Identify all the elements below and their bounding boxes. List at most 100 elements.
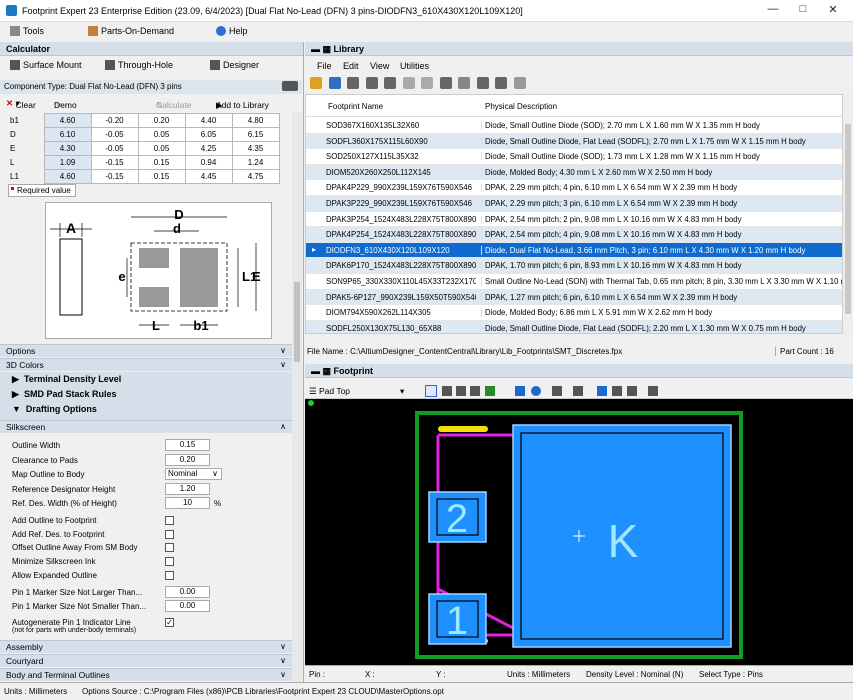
section-body-terminal[interactable]: Body and Terminal Outlines ∨	[0, 668, 292, 681]
library-row[interactable]: DIOM520X260X250L112X145 Diode, Molded Bod…	[306, 164, 842, 181]
lib-menu-view[interactable]: View	[370, 61, 389, 71]
delete-icon[interactable]	[458, 77, 471, 89]
section-3d-colors[interactable]: 3D Colors ∨	[0, 358, 292, 371]
ref-height-input[interactable]: 1.20	[165, 483, 210, 495]
library-row[interactable]: DPAK4P229_990X239L159X76T590X546 DPAK, 2.…	[306, 180, 842, 196]
library-row[interactable]: SOD250X127X115L35X32 Diode, Small Outline…	[306, 149, 842, 165]
dimension-cell[interactable]: 4.25	[184, 141, 233, 156]
library-row[interactable]: ▸ DIODFN3_610X430X120L109X120 Diode, Dual …	[306, 242, 842, 259]
dimension-cell[interactable]: 4.30	[43, 141, 92, 156]
section-options[interactable]: Options ∨	[0, 344, 292, 357]
rotate-tool-icon[interactable]	[531, 386, 541, 396]
dimension-cell[interactable]: 1.09	[43, 155, 92, 170]
save-icon[interactable]	[328, 77, 341, 89]
3d-tool-icon[interactable]	[597, 386, 607, 396]
dimension-cell[interactable]: 0.15	[137, 155, 186, 170]
tab-surface-mount[interactable]: Surface Mount	[10, 60, 82, 70]
chip-icon[interactable]	[282, 81, 298, 91]
zoom-tool-icon[interactable]	[552, 386, 562, 396]
dimension-cell[interactable]: 6.10	[43, 127, 92, 142]
tree-smd-pad-stack[interactable]: ▶ SMD Pad Stack Rules	[12, 389, 116, 400]
pin1-smaller-input[interactable]: 0.00	[165, 600, 210, 612]
dimension-cell[interactable]: 0.20	[137, 113, 186, 128]
library-row[interactable]: SODFL360X175X115L60X90 Diode, Small Outli…	[306, 133, 842, 150]
library-row[interactable]: DPAK4P254_1524X483L228X75T800X890 DPAK, 2…	[306, 227, 842, 243]
wizard-icon[interactable]	[384, 77, 397, 89]
dimension-cell[interactable]: -0.05	[90, 127, 139, 142]
tree-drafting-options[interactable]: ▼ Drafting Options	[12, 404, 97, 414]
add-outline-checkbox[interactable]	[165, 516, 174, 525]
dimension-cell[interactable]: 0.05	[137, 127, 186, 142]
clearance-input[interactable]: 0.20	[165, 454, 210, 466]
dimension-cell[interactable]: -0.05	[90, 141, 139, 156]
library-row[interactable]: SODFL250X130X75L130_65X88 Diode, Small Ou…	[306, 320, 842, 333]
allow-expanded-checkbox[interactable]	[165, 571, 174, 580]
dimension-cell[interactable]: 0.05	[137, 141, 186, 156]
dimension-cell[interactable]: 4.60	[43, 113, 92, 128]
view-icon[interactable]	[495, 77, 508, 89]
dimension-cell[interactable]: -0.20	[90, 113, 139, 128]
library-row[interactable]: SOD367X160X135L32X60 Diode, Small Outline…	[306, 118, 842, 134]
dimension-cell[interactable]: 6.05	[184, 127, 233, 142]
col-physical-description[interactable]: Physical Description	[485, 102, 557, 111]
section-courtyard[interactable]: Courtyard ∨	[0, 654, 292, 667]
settings-tool-icon[interactable]	[648, 386, 658, 396]
report-icon[interactable]	[513, 77, 526, 89]
library-row[interactable]: SON9P65_330X330X110L45X33T232X170 Small O…	[306, 274, 842, 290]
dimension-cell[interactable]: 0.94	[184, 155, 233, 170]
lib-menu-edit[interactable]: Edit	[343, 61, 359, 71]
dimension-cell[interactable]: 0.15	[137, 169, 186, 184]
move-icon[interactable]	[365, 77, 378, 89]
move-tool-icon[interactable]	[470, 386, 480, 396]
menu-help[interactable]: Help	[216, 26, 248, 36]
lib-menu-utilities[interactable]: Utilities	[400, 61, 429, 71]
dimension-cell[interactable]: 4.35	[231, 141, 280, 156]
minimize-button[interactable]: —	[758, 3, 788, 19]
dimension-cell[interactable]: 4.60	[43, 169, 92, 184]
footprint-canvas[interactable]: 2 1 K	[305, 399, 853, 665]
library-row[interactable]: DPAK5-6P127_990X239L159X50T590X546 DPAK, …	[306, 289, 842, 306]
dimension-cell[interactable]: 4.45	[184, 169, 233, 184]
library-row[interactable]: DPAK6P170_1524X483L228X75T800X890 DPAK, 1…	[306, 258, 842, 274]
minimize-ink-checkbox[interactable]	[165, 557, 174, 566]
export-tool-icon[interactable]	[612, 386, 622, 396]
section-assembly[interactable]: Assembly ∨	[0, 640, 292, 653]
dimension-cell[interactable]: -0.15	[90, 169, 139, 184]
col-footprint-name[interactable]: Footprint Name	[328, 102, 383, 111]
library-row[interactable]: DPAK3P254_1524X483L228X75T800X890 DPAK, 2…	[306, 212, 842, 228]
dimension-cell[interactable]: 4.75	[231, 169, 280, 184]
edit-tool-icon[interactable]	[573, 386, 583, 396]
measure-tool-icon[interactable]	[442, 386, 452, 396]
section-silkscreen[interactable]: Silkscreen ∧	[0, 420, 292, 433]
layer-select[interactable]: ☰ Pad Top ▾	[309, 386, 404, 397]
dimension-cell[interactable]: 6.15	[231, 127, 280, 142]
add-part-icon[interactable]	[347, 77, 360, 89]
tree-terminal-density[interactable]: ▶ Terminal Density Level	[12, 374, 121, 385]
drc-tool-icon[interactable]	[485, 386, 495, 396]
lib-menu-file[interactable]: File	[317, 61, 332, 71]
outline-width-input[interactable]: 0.15	[165, 439, 210, 451]
menu-tools[interactable]: Tools	[10, 26, 44, 36]
close-button[interactable]: ✕	[818, 3, 848, 19]
dimension-cell[interactable]: -0.15	[90, 155, 139, 170]
autogen-checkbox[interactable]: ✓	[165, 618, 174, 627]
pin1-larger-input[interactable]: 0.00	[165, 586, 210, 598]
tab-designer[interactable]: Designer	[210, 60, 259, 70]
route-icon[interactable]	[476, 77, 489, 89]
pointer-tool-icon[interactable]	[425, 385, 437, 397]
measure2-tool-icon[interactable]	[456, 386, 466, 396]
minus-icon[interactable]: ▬	[311, 366, 320, 376]
maximize-button[interactable]: □	[788, 3, 818, 19]
minus-icon[interactable]: ▬	[311, 44, 320, 54]
offset-outline-checkbox[interactable]	[165, 543, 174, 552]
scroll-thumb[interactable]	[845, 124, 851, 314]
redo-icon[interactable]	[421, 77, 434, 89]
undo-icon[interactable]	[402, 77, 415, 89]
scroll-thumb[interactable]	[294, 282, 300, 362]
add-ref-checkbox[interactable]	[165, 530, 174, 539]
map-outline-select[interactable]: Nominal ∨	[165, 468, 222, 480]
dimension-cell[interactable]: 4.40	[184, 113, 233, 128]
left-scrollbar[interactable]	[292, 112, 302, 682]
dimension-cell[interactable]: 4.80	[231, 113, 280, 128]
library-scrollbar[interactable]	[843, 94, 853, 334]
